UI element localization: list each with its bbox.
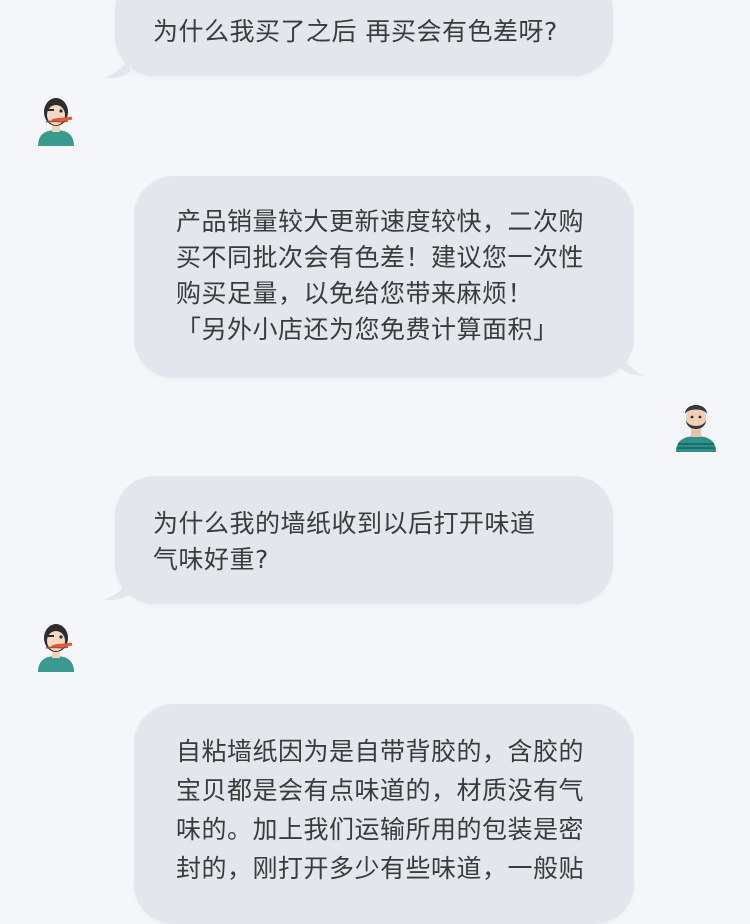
customer-message-bubble: 为什么我的墙纸收到以后打开味道 气味好重? [115, 476, 613, 604]
seller-message-bubble: 自粘墙纸因为是自带背胶的，含胶的 宝贝都是会有点味道的，材质没有气 味的。加上我… [134, 704, 634, 924]
message-line: 宝贝都是会有点味道的，材质没有气 [176, 776, 585, 805]
customer-avatar[interactable] [34, 622, 78, 674]
customer-message-bubble: 为什么我买了之后 再买会有色差呀? [115, 0, 613, 76]
message-line: 「另外小店还为您免费计算面积」 [176, 315, 559, 344]
message-line: 自粘墙纸因为是自带背胶的，含胶的 [176, 737, 585, 766]
seller-avatar-icon [676, 405, 716, 452]
seller-avatar[interactable] [674, 398, 718, 454]
message-line: 产品销量较大更新速度较快，二次购 [176, 207, 585, 236]
bubble-tail [618, 350, 644, 376]
chat-screen: { "messages": [ { "role": "customer", "l… [0, 0, 750, 924]
customer-avatar-icon [38, 624, 74, 672]
message-line: 气味好重? [153, 545, 269, 574]
bubble-tail [104, 578, 130, 601]
customer-avatar-icon [38, 98, 74, 146]
message-line: 买不同批次会有色差！建议您一次性 [176, 243, 585, 272]
message-line: 封的，刚打开多少有些味道，一般贴 [176, 854, 585, 883]
message-line: 味的。加上我们运输所用的包装是密 [176, 815, 585, 844]
message-line: 为什么我买了之后 再买会有色差呀? [153, 17, 558, 46]
customer-avatar[interactable] [34, 96, 78, 148]
seller-message-bubble: 产品销量较大更新速度较快，二次购 买不同批次会有色差！建议您一次性 购买足量，以… [134, 176, 634, 378]
message-line: 为什么我的墙纸收到以后打开味道 [153, 509, 536, 538]
message-line: 购买足量，以免给您带来麻烦！ [176, 279, 534, 308]
bubble-tail [104, 56, 130, 79]
